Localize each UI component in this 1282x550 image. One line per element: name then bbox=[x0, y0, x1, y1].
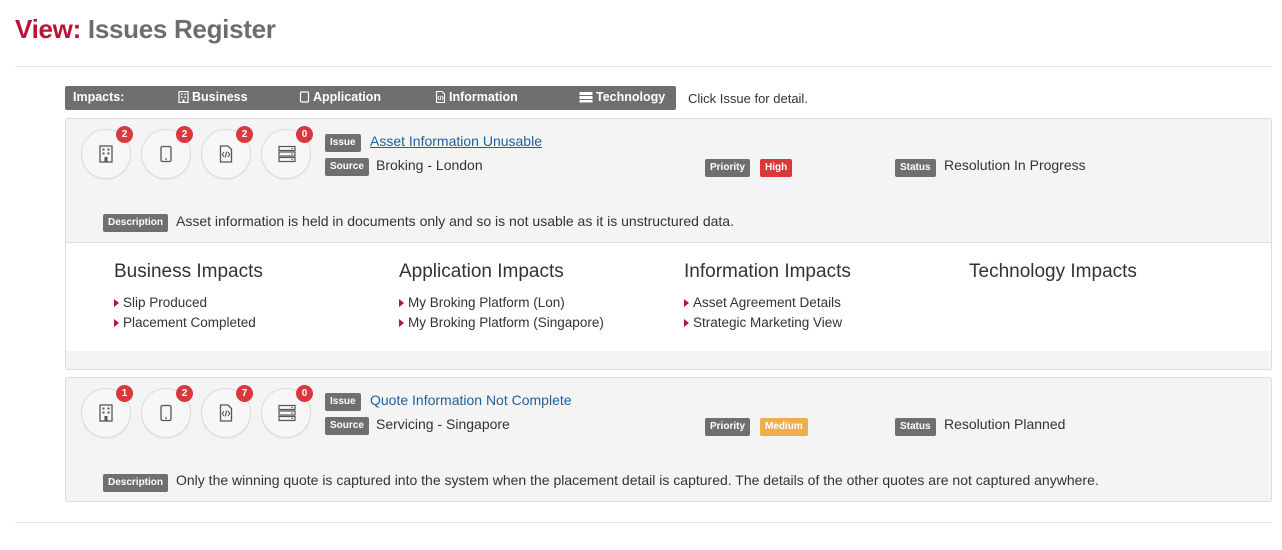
header-divider bbox=[15, 66, 1272, 67]
server-icon bbox=[278, 404, 296, 422]
priority-label: Priority bbox=[705, 159, 751, 177]
business-impacts-column: Business Impacts Slip Produced Placement… bbox=[114, 261, 263, 333]
legend-label: Impacts: bbox=[73, 90, 125, 104]
issue-label: Issue bbox=[325, 393, 361, 411]
application-impact-count: 2 bbox=[176, 385, 193, 402]
information-impact-item[interactable]: Asset Agreement Details bbox=[684, 293, 851, 313]
business-impact-item[interactable]: Placement Completed bbox=[114, 313, 263, 333]
status-value: Resolution In Progress bbox=[944, 157, 1086, 173]
source-value: Broking - London bbox=[376, 157, 483, 173]
issue-card[interactable]: 2 2 2 0 Issue Asset Information Unusable… bbox=[65, 118, 1272, 370]
application-impact-count: 2 bbox=[176, 126, 193, 143]
status-label: Status bbox=[895, 418, 936, 436]
source-value: Servicing - Singapore bbox=[376, 416, 510, 432]
application-impacts-heading: Application Impacts bbox=[399, 261, 564, 282]
legend-item-technology: Technology bbox=[579, 90, 665, 104]
description-value: Only the winning quote is captured into … bbox=[176, 472, 1099, 488]
legend-item-technology-label: Technology bbox=[596, 90, 666, 104]
legend-item-application: Application bbox=[299, 90, 381, 104]
application-impact-badge[interactable]: 2 bbox=[141, 126, 193, 179]
information-impact-count: 7 bbox=[236, 385, 253, 402]
technology-impact-count: 0 bbox=[296, 126, 313, 143]
business-impact-badge[interactable]: 1 bbox=[81, 385, 133, 438]
information-impact-badge[interactable]: 2 bbox=[201, 126, 253, 179]
status-label: Status bbox=[895, 159, 936, 177]
tablet-icon bbox=[299, 91, 310, 103]
technology-impact-badge[interactable]: 0 bbox=[261, 385, 313, 438]
application-impact-item[interactable]: My Broking Platform (Lon) bbox=[399, 293, 604, 313]
technology-impacts-column: Technology Impacts bbox=[969, 261, 1137, 293]
information-impact-count: 2 bbox=[236, 126, 253, 143]
source-label: Source bbox=[325, 417, 369, 435]
issue-name-link[interactable]: Quote Information Not Complete bbox=[370, 392, 572, 408]
server-icon bbox=[278, 145, 296, 163]
technology-impacts-heading: Technology Impacts bbox=[969, 261, 1137, 282]
business-impact-count: 1 bbox=[116, 385, 133, 402]
document-code-icon bbox=[219, 404, 233, 422]
priority-label: Priority bbox=[705, 418, 751, 436]
tablet-icon bbox=[160, 145, 172, 163]
issue-name-link[interactable]: Asset Information Unusable bbox=[370, 133, 542, 149]
technology-impact-count: 0 bbox=[296, 385, 313, 402]
impacts-legend-bar: Impacts: Business Application Informatio… bbox=[65, 86, 676, 110]
priority-badge: Medium bbox=[760, 418, 808, 436]
legend-item-business: Business bbox=[178, 90, 248, 104]
impacts-legend: Impacts: Business Application Informatio… bbox=[65, 86, 808, 110]
priority-badge: High bbox=[760, 159, 793, 177]
business-impact-item[interactable]: Slip Produced bbox=[114, 293, 263, 313]
description-value: Asset information is held in documents o… bbox=[176, 213, 734, 229]
information-impact-item[interactable]: Strategic Marketing View bbox=[684, 313, 851, 333]
legend-item-application-label: Application bbox=[313, 90, 382, 104]
legend-item-information: Information bbox=[435, 90, 518, 104]
document-code-icon bbox=[219, 145, 233, 163]
application-impact-item[interactable]: My Broking Platform (Singapore) bbox=[399, 313, 604, 333]
technology-impact-badge[interactable]: 0 bbox=[261, 126, 313, 179]
source-label: Source bbox=[325, 158, 369, 176]
issue-detail-panel: Business Impacts Slip Produced Placement… bbox=[66, 242, 1271, 351]
description-label: Description bbox=[103, 474, 169, 492]
building-icon bbox=[99, 145, 113, 163]
application-impact-badge[interactable]: 2 bbox=[141, 385, 193, 438]
document-code-icon bbox=[435, 91, 446, 103]
information-impact-badge[interactable]: 7 bbox=[201, 385, 253, 438]
status-value: Resolution Planned bbox=[944, 416, 1066, 432]
business-impact-count: 2 bbox=[116, 126, 133, 143]
information-impacts-column: Information Impacts Asset Agreement Deta… bbox=[684, 261, 851, 333]
business-impacts-heading: Business Impacts bbox=[114, 261, 263, 282]
page-title-prefix: View: bbox=[15, 14, 81, 44]
description-label: Description bbox=[103, 214, 169, 232]
server-icon bbox=[579, 92, 593, 103]
legend-item-information-label: Information bbox=[449, 90, 518, 104]
building-icon bbox=[99, 404, 113, 422]
application-impacts-column: Application Impacts My Broking Platform … bbox=[399, 261, 604, 333]
issue-label: Issue bbox=[325, 134, 361, 152]
legend-item-business-label: Business bbox=[192, 90, 248, 104]
tablet-icon bbox=[160, 404, 172, 422]
footer-divider bbox=[15, 522, 1272, 523]
issue-card[interactable]: 1 2 7 0 Issue Quote Information Not Comp… bbox=[65, 377, 1272, 502]
building-icon bbox=[178, 91, 189, 103]
information-impacts-heading: Information Impacts bbox=[684, 261, 851, 282]
page-title-name: Issues Register bbox=[87, 14, 276, 44]
business-impact-badge[interactable]: 2 bbox=[81, 126, 133, 179]
page-title: View: Issues Register bbox=[15, 14, 276, 45]
legend-hint: Click Issue for detail. bbox=[688, 90, 808, 106]
